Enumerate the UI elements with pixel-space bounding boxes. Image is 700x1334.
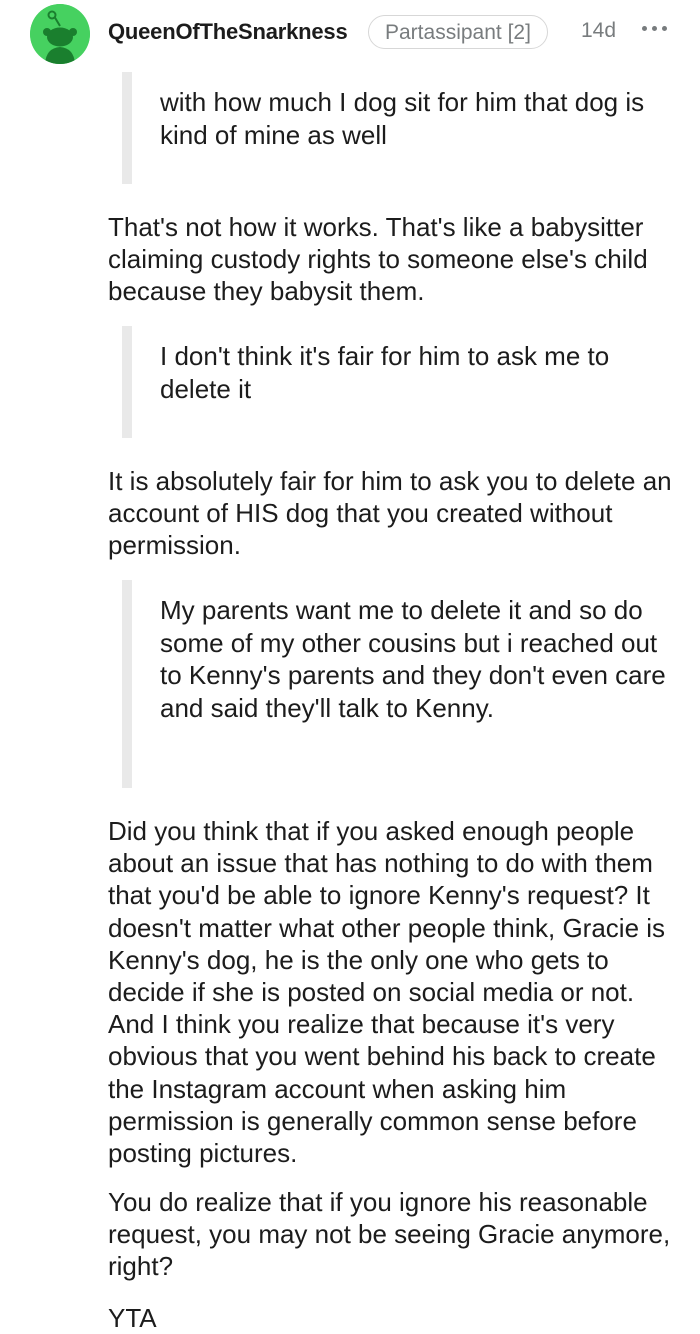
blockquote: My parents want me to delete it and so d… — [122, 580, 682, 788]
comment-header: QueenOfTheSnarkness Partassipant [2] 14d — [0, 0, 700, 66]
blockquote: with how much I dog sit for him that dog… — [122, 72, 682, 184]
blockquote-text: I don't think it's fair for him to ask m… — [160, 341, 610, 404]
comment-age: 14d — [581, 19, 617, 42]
blockquote: I don't think it's fair for him to ask m… — [122, 326, 682, 438]
more-horizontal-icon[interactable] — [642, 26, 668, 34]
blockquote-text: with how much I dog sit for him that dog… — [160, 87, 645, 150]
user-flair-badge: Partassipant [2] — [368, 15, 548, 49]
comment-paragraph: It is absolutely fair for him to ask you… — [108, 466, 672, 561]
snoo-avatar-icon[interactable] — [30, 4, 90, 64]
comment-paragraph: That's not how it works. That's like a b… — [108, 212, 648, 307]
snoo-avatar-graphic — [30, 4, 90, 64]
comment-paragraph: You do realize that if you ignore his re… — [108, 1187, 671, 1282]
blockquote-text: My parents want me to delete it and so d… — [160, 595, 666, 723]
verdict-text: YTA — [108, 1303, 157, 1333]
comment-paragraph: Did you think that if you asked enough p… — [108, 816, 666, 1169]
author-username[interactable]: QueenOfTheSnarkness — [108, 19, 348, 45]
